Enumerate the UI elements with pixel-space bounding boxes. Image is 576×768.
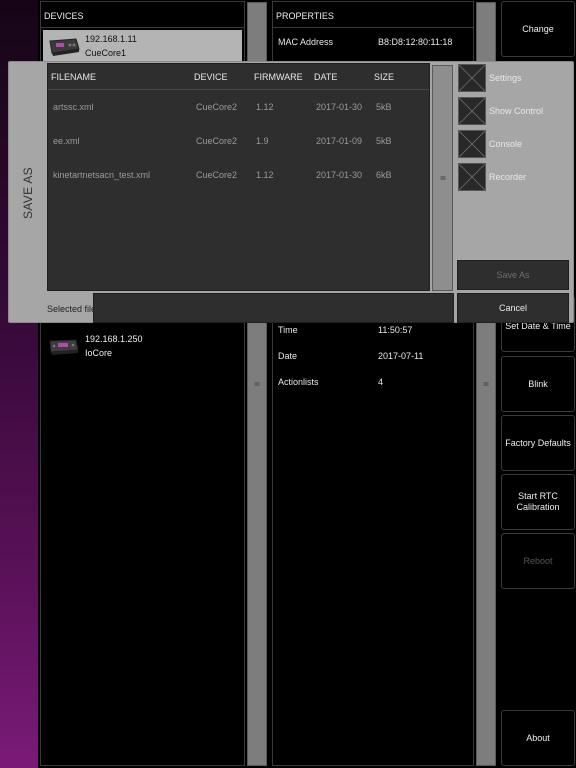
file-list: FILENAME DEVICE FIRMWARE DATE SIZE artss…	[47, 63, 430, 291]
dialog-title-bar: SAVE AS	[9, 62, 47, 324]
start-rtc-calibration-button[interactable]: Start RTC Calibration	[501, 474, 575, 530]
file-firmware: 1.12	[256, 102, 274, 112]
property-value: B8:D8:12:80:11:18	[378, 37, 453, 47]
type-console[interactable]: Console	[458, 130, 568, 158]
start-rtc-label: Start RTC	[518, 491, 558, 501]
devices-header: DEVICES	[41, 2, 244, 28]
file-device: CueCore2	[196, 136, 238, 146]
column-header-device[interactable]: DEVICE	[194, 72, 228, 82]
factory-defaults-button[interactable]: Factory Defaults	[501, 415, 575, 471]
file-list-scrollbar[interactable]	[432, 65, 453, 291]
property-key: Date	[278, 351, 298, 361]
property-value: 2017-07-11	[378, 351, 424, 361]
file-firmware: 1.12	[256, 170, 274, 180]
property-value: 11:50:57	[378, 325, 413, 335]
file-device: CueCore2	[196, 170, 238, 180]
file-row[interactable]: ee.xml CueCore2 1.9 2017-01-09 5kB	[48, 136, 429, 152]
header-divider	[48, 89, 429, 90]
column-header-size[interactable]: SIZE	[374, 72, 394, 82]
type-settings[interactable]: Settings	[458, 64, 568, 92]
file-date: 2017-01-09	[316, 136, 363, 146]
save-as-dialog: SAVE AS FILENAME DEVICE FIRMWARE DATE SI…	[8, 61, 574, 323]
file-date: 2017-01-30	[316, 102, 363, 112]
blink-button[interactable]: Blink	[501, 356, 575, 412]
reboot-label: Reboot	[523, 555, 553, 566]
type-label: Settings	[489, 73, 522, 83]
file-name: ee.xml	[53, 136, 80, 146]
unchecked-box-icon	[458, 64, 486, 92]
reboot-button[interactable]: Reboot	[501, 533, 575, 589]
property-row: Actionlists 4	[278, 377, 468, 391]
property-key: Actionlists	[278, 377, 319, 387]
column-header-filename[interactable]: FILENAME	[51, 72, 96, 82]
device-name: CueCore1	[85, 48, 127, 58]
about-button[interactable]: About	[501, 710, 575, 766]
change-label: Change	[522, 23, 554, 34]
type-label: Recorder	[489, 172, 527, 182]
device-row[interactable]: 192.168.1.11 CueCore1	[43, 30, 242, 62]
save-as-label: Save As	[496, 270, 530, 280]
grip-icon	[254, 382, 260, 386]
file-name: kinetartnetsacn_test.xml	[53, 170, 151, 180]
file-row[interactable]: artssc.xml CueCore2 1.12 2017-01-30 5kB	[48, 102, 429, 118]
save-as-button[interactable]: Save As	[457, 260, 569, 290]
device-ip: 192.168.1.11	[85, 34, 137, 44]
property-row: Date 2017-07-11	[278, 351, 468, 365]
file-device: CueCore2	[196, 102, 238, 112]
file-date: 2017-01-30	[316, 170, 363, 180]
iocore-device-icon	[49, 339, 79, 355]
cuecore-device-icon	[49, 38, 80, 56]
grip-icon	[483, 382, 489, 386]
selected-file-label: Selected file	[47, 304, 97, 314]
type-label: Show Control	[489, 106, 544, 116]
about-label: About	[526, 732, 550, 743]
property-key: MAC Address	[278, 37, 334, 47]
grip-icon	[440, 176, 445, 180]
device-name: IoCore	[85, 348, 113, 358]
file-name: artssc.xml	[53, 102, 94, 112]
dialog-title: SAVE AS	[21, 167, 35, 219]
file-row[interactable]: kinetartnetsacn_test.xml CueCore2 1.12 2…	[48, 170, 429, 186]
unchecked-box-icon	[458, 97, 486, 125]
property-row: Time 11:50:57	[278, 325, 468, 339]
calibration-label: Calibration	[516, 502, 560, 512]
change-button[interactable]: Change	[501, 1, 575, 57]
file-size: 5kB	[376, 102, 392, 112]
device-ip: 192.168.1.250	[85, 334, 143, 344]
column-header-firmware[interactable]: FIRMWARE	[254, 72, 303, 82]
property-row: MAC Address B8:D8:12:80:11:18	[278, 37, 468, 51]
file-size: 5kB	[376, 136, 392, 146]
property-value: 4	[378, 377, 384, 387]
unchecked-box-icon	[458, 130, 486, 158]
cancel-label: Cancel	[498, 303, 527, 313]
type-show-control[interactable]: Show Control	[458, 97, 568, 125]
type-label: Console	[489, 139, 523, 149]
property-key: Time	[278, 325, 298, 335]
blink-label: Blink	[528, 378, 548, 389]
file-firmware: 1.9	[256, 136, 269, 146]
selected-file-input[interactable]	[93, 293, 454, 323]
file-size: 6kB	[376, 170, 392, 180]
unchecked-box-icon	[458, 163, 486, 191]
factory-defaults-label: Factory Defaults	[505, 437, 571, 448]
type-recorder[interactable]: Recorder	[458, 163, 568, 191]
device-row[interactable]: 192.168.1.250 IoCore	[43, 330, 242, 362]
column-header-date[interactable]: DATE	[314, 72, 337, 82]
cancel-button[interactable]: Cancel	[457, 293, 569, 323]
properties-header: PROPERTIES	[273, 2, 473, 28]
